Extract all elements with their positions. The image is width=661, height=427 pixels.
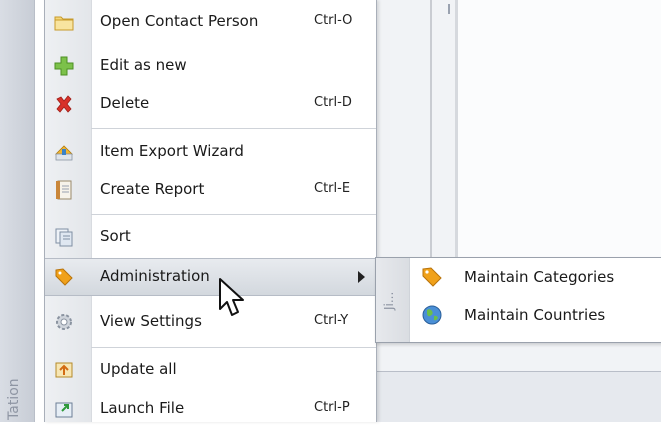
folder-icon xyxy=(54,12,74,32)
menu-item-label: Administration xyxy=(100,267,210,285)
administration-submenu: Ji... Maintain Categories Maintain Count… xyxy=(375,257,661,343)
submenu-item-label: Maintain Countries xyxy=(464,306,606,324)
settings-gear-icon xyxy=(54,312,74,332)
menu-item-label: Update all xyxy=(100,360,177,378)
menu-item-label: View Settings xyxy=(100,312,202,330)
background-bottom-area xyxy=(375,372,661,422)
menu-item-delete[interactable]: Delete Ctrl-D xyxy=(45,86,376,122)
update-icon xyxy=(54,360,74,380)
menu-item-label: Delete xyxy=(100,94,150,112)
tag-icon xyxy=(54,267,74,287)
context-menu: Open Contact Person Ctrl-O Edit as new D… xyxy=(44,0,377,422)
launch-file-icon xyxy=(54,399,74,419)
panel-divider xyxy=(455,0,458,300)
menu-item-shortcut: Ctrl-O xyxy=(314,13,353,28)
background-content-area xyxy=(458,0,661,260)
menu-separator xyxy=(91,128,376,129)
menu-item-open-contact-person[interactable]: Open Contact Person Ctrl-O xyxy=(45,4,376,40)
globe-icon xyxy=(421,304,443,326)
menu-item-label: Launch File xyxy=(100,399,185,417)
left-panel-strip: Tation xyxy=(0,0,35,422)
menu-item-sort[interactable]: Sort xyxy=(45,219,376,255)
menu-separator xyxy=(91,214,376,215)
menu-item-label: Edit as new xyxy=(100,56,187,74)
menu-item-label: Sort xyxy=(100,227,131,245)
menu-item-label: Open Contact Person xyxy=(100,12,259,30)
mouse-cursor-icon xyxy=(219,278,244,316)
tag-icon xyxy=(421,266,443,288)
sort-icon xyxy=(54,227,74,247)
menu-item-edit-as-new[interactable]: Edit as new xyxy=(45,48,376,84)
panel-mark xyxy=(448,4,450,14)
plus-icon xyxy=(54,56,74,76)
export-wizard-icon xyxy=(54,142,74,162)
menu-item-administration[interactable]: Administration xyxy=(45,258,376,296)
menu-item-export-wizard[interactable]: Item Export Wizard xyxy=(45,134,376,170)
menu-item-shortcut: Ctrl-D xyxy=(314,95,352,110)
menu-item-view-settings[interactable]: View Settings Ctrl-Y xyxy=(45,304,376,340)
submenu-arrow-icon xyxy=(358,271,365,283)
submenu-item-maintain-categories[interactable]: Maintain Categories xyxy=(409,260,661,296)
menu-item-label: Item Export Wizard xyxy=(100,142,244,160)
submenu-item-label: Maintain Categories xyxy=(464,268,615,286)
menu-item-update-all[interactable]: Update all xyxy=(45,352,376,388)
red-x-icon xyxy=(54,94,74,114)
panel-divider xyxy=(430,0,432,300)
report-icon xyxy=(54,180,74,200)
menu-item-shortcut: Ctrl-P xyxy=(314,400,350,415)
submenu-item-maintain-countries[interactable]: Maintain Countries xyxy=(409,302,661,338)
menu-item-label: Create Report xyxy=(100,180,205,198)
menu-item-create-report[interactable]: Create Report Ctrl-E xyxy=(45,172,376,208)
menu-item-shortcut: Ctrl-E xyxy=(314,181,351,196)
menu-separator xyxy=(91,347,376,348)
left-panel-label: Tation xyxy=(6,378,22,420)
menu-item-shortcut: Ctrl-Y xyxy=(314,313,349,328)
submenu-side-label: Ji... xyxy=(382,291,396,311)
